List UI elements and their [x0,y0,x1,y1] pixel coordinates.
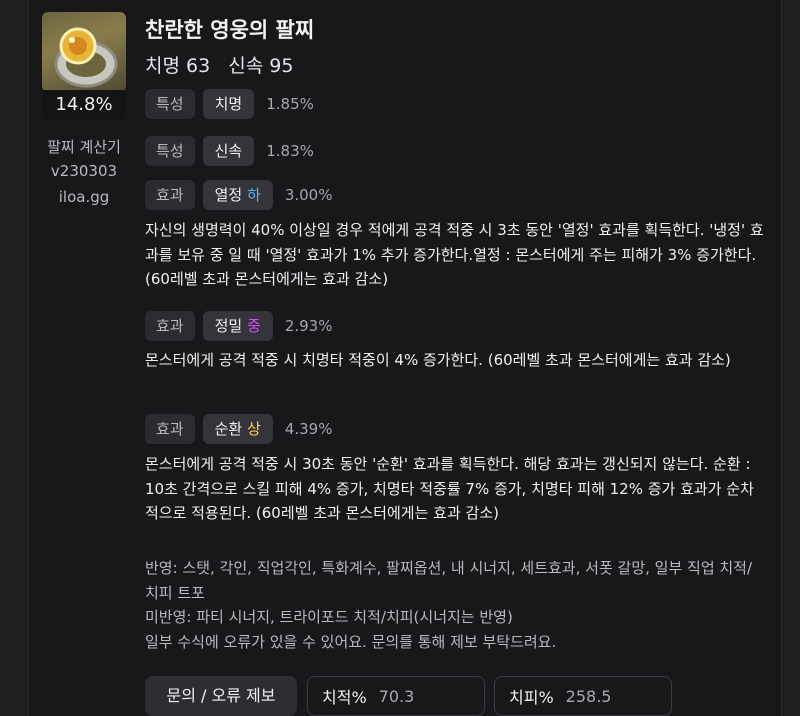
option-name-chip: 순환 상 [202,414,273,444]
report-button[interactable]: 문의 / 오류 제보 [145,676,297,716]
option-value: 4.39% [284,420,333,438]
option-name-chip: 치명 [202,89,255,119]
option-name-chip: 열정 하 [202,180,273,210]
crit-rate-input[interactable] [378,686,479,706]
crit-dmg-input[interactable] [565,686,666,706]
option-value: 2.93% [284,317,333,335]
option-value: 1.83% [266,142,314,160]
crit-rate-field[interactable]: 치적% [307,676,485,716]
crit-dmg-field[interactable]: 치피% [494,676,672,716]
option-type-chip: 특성 [145,136,195,166]
stat-crit: 치명 63 [145,55,211,77]
bracelet-item-image [42,12,126,92]
option-row: 효과 순환 상 4.39% [145,414,332,444]
option-type-chip: 효과 [145,414,195,444]
effect-description: 몬스터에게 공격 적중 시 30초 동안 '순환' 효과를 획득한다. 해당 효… [145,455,754,522]
stat-swift: 신속 95 [228,55,294,77]
option-type-chip: 효과 [145,180,195,210]
site-label: iloa.gg [58,188,110,206]
item-title: 찬란한 영웅의 팔찌 [145,18,315,42]
disclaimer-note: 일부 수식에 오류가 있을 수 있어요. 문의를 통해 제보 부탁드려요. [145,632,557,651]
grade-label: 중 [247,317,261,335]
option-type-chip: 특성 [145,89,195,119]
grade-label: 하 [247,186,261,204]
grade-label: 상 [247,420,261,438]
calculator-name: 팔찌 계산기 [47,138,121,156]
option-row: 특성 신속 1.83% [145,136,314,166]
calculation-notes: 반영: 스탯, 각인, 직업각인, 특화계수, 팔찌옵션, 내 시너지, 세트효… [145,556,765,654]
item-percent-badge: 14.8% [42,90,126,120]
crit-dmg-label: 치피% [509,688,554,707]
item-stats: 치명 63 신속 95 [145,51,305,78]
effect-description: 자신의 생명력이 40% 이상일 경우 적에게 공격 적중 시 3초 동안 '열… [145,221,764,288]
reflected-note: 반영: 스탯, 각인, 직업각인, 특화계수, 팔찌옵션, 내 시너지, 세트효… [145,559,753,602]
option-row: 효과 열정 하 3.00% [145,180,332,210]
version-label: v230303 [50,162,118,180]
option-value: 3.00% [284,186,333,204]
option-value: 1.85% [266,95,314,113]
option-row: 특성 치명 1.85% [145,89,314,119]
effect-description: 몬스터에게 공격 적중 시 치명타 적중이 4% 증가한다. (60레벨 초과 … [145,351,731,369]
not-reflected-note: 미반영: 파티 시너지, 트라이포드 치적/치피(시너지는 반영) [145,608,513,626]
option-name-chip: 신속 [202,136,255,166]
option-name-chip: 정밀 중 [202,311,273,341]
option-row: 효과 정밀 중 2.93% [145,311,332,341]
crit-rate-label: 치적% [322,688,367,707]
option-type-chip: 효과 [145,311,195,341]
